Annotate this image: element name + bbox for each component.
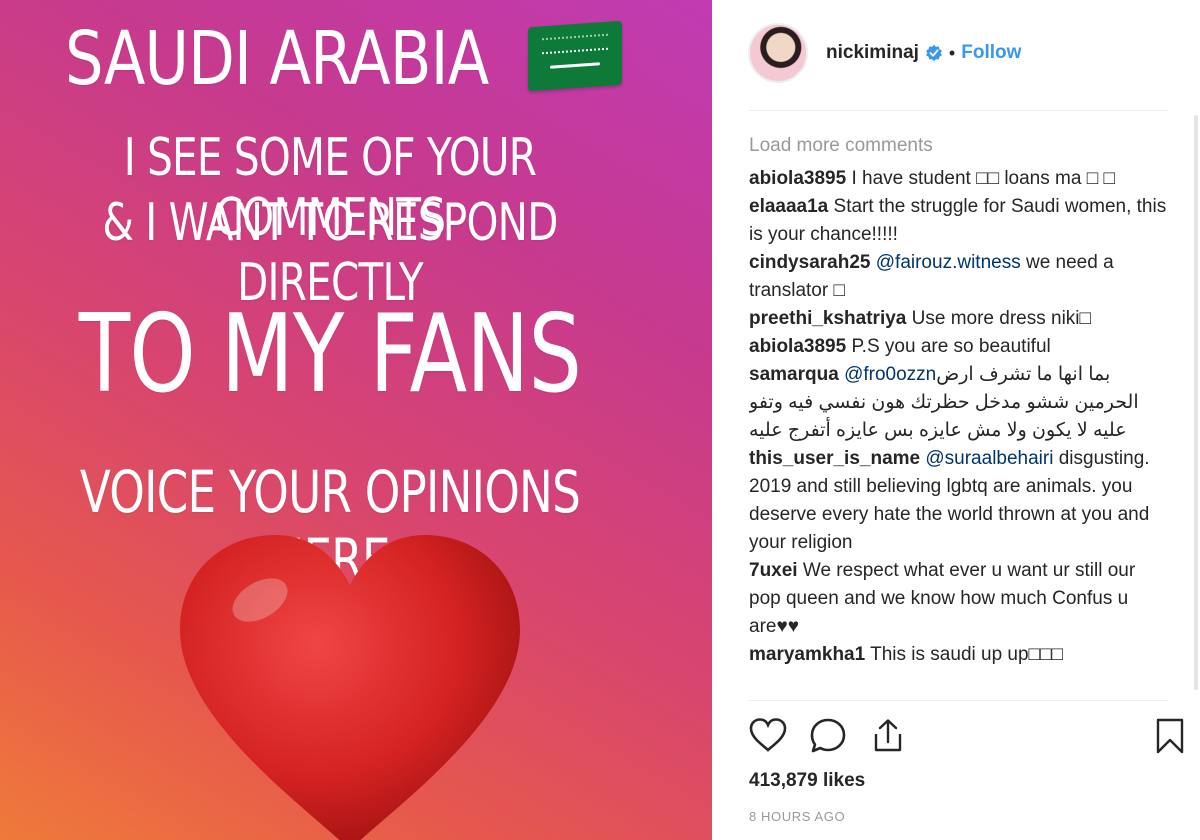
load-more-comments-link[interactable]: Load more comments bbox=[749, 135, 1169, 157]
follow-button[interactable]: Follow bbox=[961, 42, 1021, 64]
comment-item: abiola3895 I have student □□ loans ma □ … bbox=[749, 165, 1169, 193]
image-text-line-1: SAUDI ARABIA bbox=[64, 16, 489, 102]
action-bar bbox=[748, 712, 1184, 762]
comment-item: cindysarah25 @fairouz.witness we need a … bbox=[749, 249, 1169, 305]
bookmark-icon[interactable] bbox=[1150, 716, 1190, 756]
separator-dot: • bbox=[948, 42, 956, 63]
comment-username[interactable]: 7uxei bbox=[749, 560, 798, 581]
actions-divider bbox=[748, 700, 1168, 701]
comment-username[interactable]: samarqua bbox=[749, 364, 839, 385]
share-icon[interactable] bbox=[868, 716, 908, 756]
verified-badge-icon bbox=[926, 44, 942, 62]
comment-text: We respect what ever u want ur still our… bbox=[749, 560, 1136, 637]
comment-item: 7uxei We respect what ever u want ur sti… bbox=[749, 557, 1169, 641]
comment-bubble-icon[interactable] bbox=[808, 716, 848, 756]
post-header: nickiminaj • Follow bbox=[748, 20, 1168, 86]
post-timestamp[interactable]: 8 HOURS AGO bbox=[749, 809, 845, 824]
comment-username[interactable]: abiola3895 bbox=[749, 336, 846, 357]
comment-item: abiola3895 P.S you are so beautiful bbox=[749, 333, 1169, 361]
comment-username[interactable]: maryamkha1 bbox=[749, 644, 865, 665]
comment-mention[interactable]: @suraalbehairi bbox=[925, 448, 1053, 469]
comments-scrollbar[interactable] bbox=[1194, 115, 1198, 695]
saudi-flag-icon bbox=[528, 20, 622, 92]
avatar[interactable] bbox=[748, 23, 808, 83]
image-text-line-4: TO MY FANS bbox=[78, 292, 582, 417]
comment-text: Use more dress niki□ bbox=[906, 308, 1091, 329]
comment-username[interactable]: abiola3895 bbox=[749, 168, 846, 189]
comment-item: elaaaa1a Start the struggle for Saudi wo… bbox=[749, 193, 1169, 249]
comment-item: preethi_kshatriya Use more dress niki□ bbox=[749, 305, 1169, 333]
comment-text: I have student □□ loans ma □ □ bbox=[846, 168, 1115, 189]
comment-text: P.S you are so beautiful bbox=[846, 336, 1051, 357]
header-divider bbox=[748, 110, 1168, 111]
post-image[interactable]: SAUDI ARABIA I SEE SOME OF YOUR COMMENTS… bbox=[0, 0, 712, 840]
likes-count[interactable]: 413,879 likes bbox=[749, 770, 865, 792]
comment-item: maryamkha1 This is saudi up up□□□ bbox=[749, 641, 1169, 669]
comment-text: This is saudi up up□□□ bbox=[865, 644, 1063, 665]
comment-username[interactable]: this_user_is_name bbox=[749, 448, 920, 469]
heart-outline-icon[interactable] bbox=[748, 716, 788, 756]
red-heart-icon bbox=[160, 520, 540, 840]
comment-username[interactable]: cindysarah25 bbox=[749, 252, 870, 273]
comment-item: samarqua @fro0ozzn بما انها ما تشرف ارض … bbox=[749, 361, 1169, 445]
comments-list[interactable]: Load more comments abiola3895 I have stu… bbox=[749, 135, 1169, 693]
comment-username[interactable]: preethi_kshatriya bbox=[749, 308, 906, 329]
comment-mention[interactable]: @fro0ozzn bbox=[844, 364, 936, 385]
username-link[interactable]: nickiminaj bbox=[826, 42, 919, 64]
comment-username[interactable]: elaaaa1a bbox=[749, 196, 828, 217]
comment-mention[interactable]: @fairouz.witness bbox=[876, 252, 1021, 273]
comment-item: this_user_is_name @suraalbehairi disgust… bbox=[749, 445, 1169, 557]
